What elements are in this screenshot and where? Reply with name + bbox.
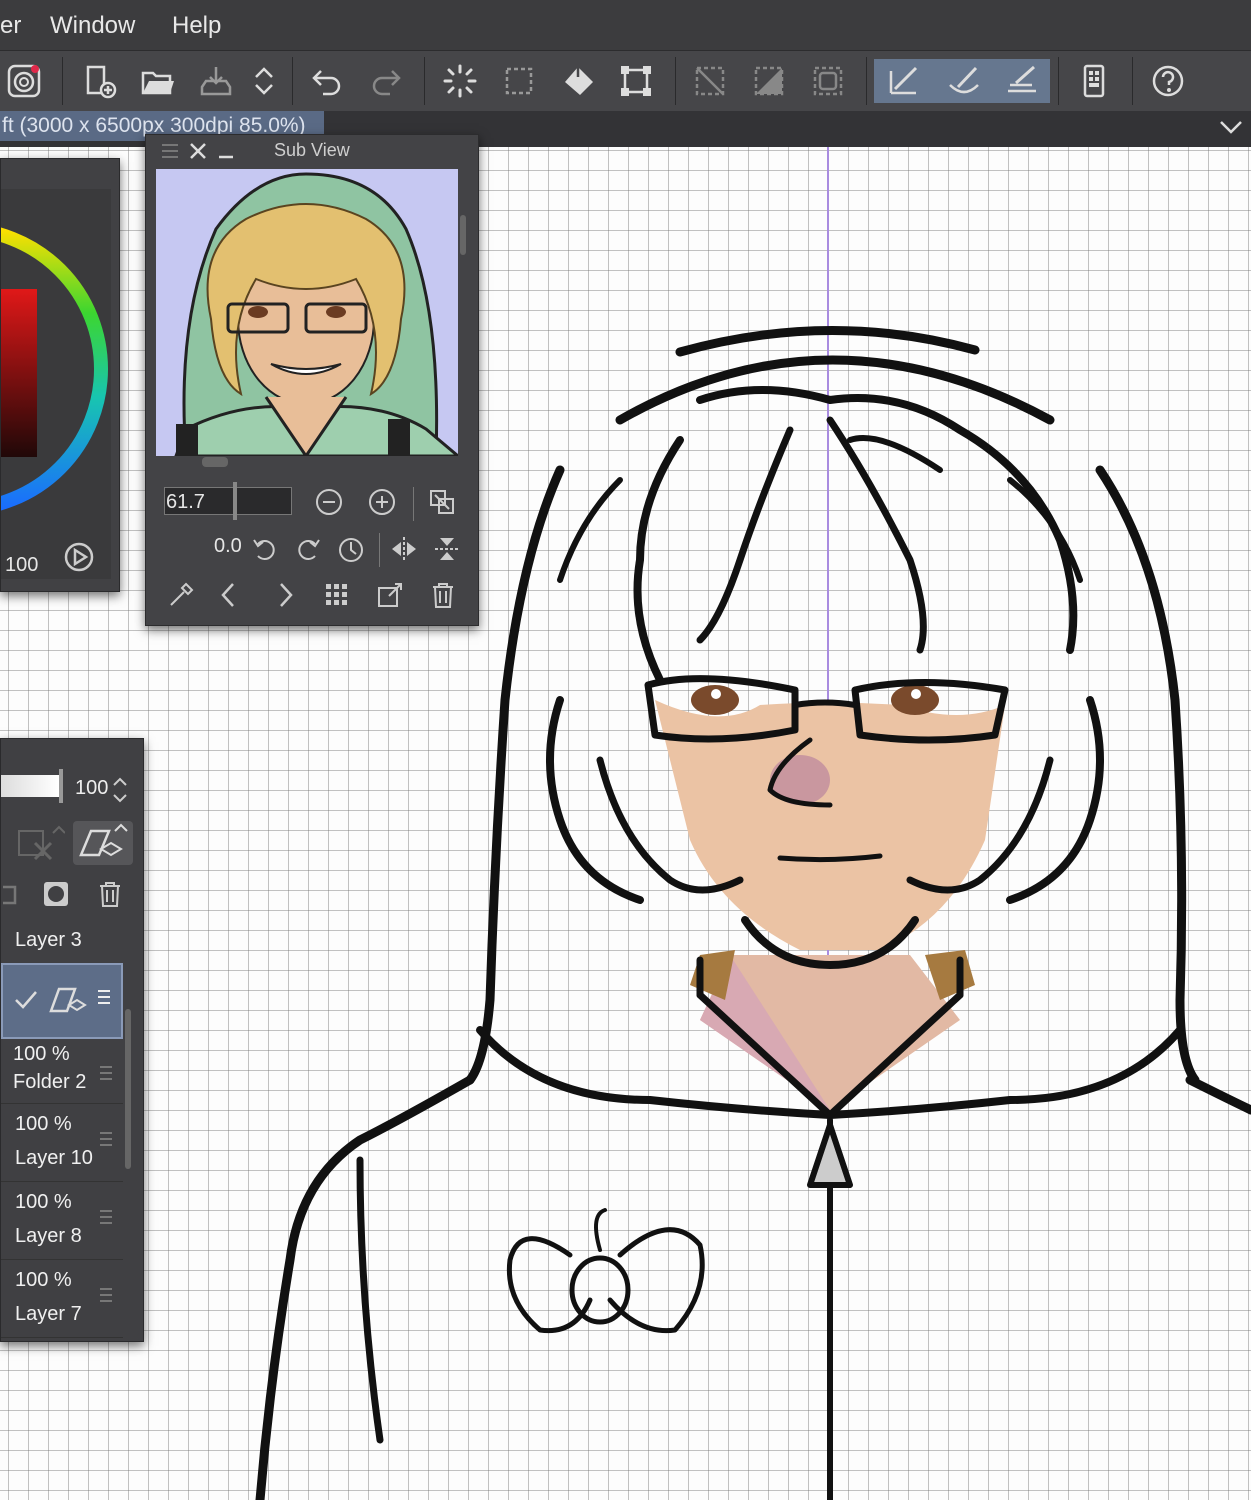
sub-view-panel: Sub View 61.7 0.0 <box>145 134 479 626</box>
import-image-icon[interactable] <box>373 578 407 612</box>
previous-icon[interactable] <box>212 578 246 612</box>
eyedropper-icon[interactable] <box>164 578 198 612</box>
deselect-icon[interactable] <box>688 59 732 103</box>
pen-tool-icon[interactable] <box>874 59 934 103</box>
loading-spinner-icon[interactable] <box>438 59 482 103</box>
delete-layer-icon[interactable] <box>95 879 125 909</box>
reference-layer-icon <box>18 825 66 861</box>
layer-row[interactable]: 100 % Layer 7 <box>1 1261 123 1338</box>
preview-vscroll-handle[interactable] <box>460 215 466 255</box>
layer-name: Layer 8 <box>15 1225 82 1247</box>
reset-rotation-icon[interactable] <box>334 532 368 566</box>
fill-bucket-icon[interactable] <box>556 59 600 103</box>
new-file-icon[interactable] <box>78 59 122 103</box>
layer-menu-icon[interactable] <box>99 1131 113 1147</box>
rotate-left-icon[interactable] <box>248 532 282 566</box>
panel-menu-icon[interactable] <box>160 142 180 160</box>
transform-icon[interactable] <box>614 59 658 103</box>
layer-opacity: 100 % <box>15 1113 72 1135</box>
select-area-icon[interactable] <box>497 59 541 103</box>
layer-name: Layer 3 <box>15 929 82 951</box>
reference-illustration <box>156 169 458 456</box>
menu-item-partial[interactable]: er <box>0 12 21 40</box>
zoom-out-icon[interactable] <box>312 485 346 519</box>
rotation-value: 0.0 <box>214 535 242 557</box>
zoom-slider-thumb[interactable] <box>233 482 237 520</box>
open-folder-icon[interactable] <box>136 59 180 103</box>
selection-border-icon[interactable] <box>806 59 850 103</box>
redo-icon[interactable] <box>364 59 408 103</box>
layer-menu-icon[interactable] <box>99 1287 113 1303</box>
fit-view-icon[interactable] <box>425 485 459 519</box>
color-wheel[interactable] <box>1 209 119 529</box>
menu-window[interactable]: Window <box>50 12 135 40</box>
reference-image[interactable] <box>156 169 458 456</box>
zoom-value: 61.7 <box>166 491 205 513</box>
layer-row[interactable]: Layer 3 <box>1 923 123 964</box>
draft-layer-icon <box>79 823 128 857</box>
layer-row-selected[interactable] <box>1 963 123 1039</box>
layer-opacity-value: 100 <box>75 777 109 799</box>
help-icon[interactable] <box>1146 59 1190 103</box>
menu-bar: er Window Help <box>0 0 1251 50</box>
save-icon[interactable] <box>194 59 238 103</box>
close-icon[interactable] <box>188 141 208 161</box>
play-icon[interactable] <box>63 541 95 573</box>
checkmark-icon[interactable] <box>13 987 39 1013</box>
blend-mode-dropdown[interactable] <box>15 823 66 863</box>
grid-view-icon[interactable] <box>320 578 354 612</box>
invert-selection-icon[interactable] <box>747 59 791 103</box>
app-icon[interactable] <box>2 59 46 103</box>
reorder-icon[interactable] <box>242 59 286 103</box>
layer-opacity-slider[interactable] <box>1 775 59 797</box>
layer-name: Folder 2 <box>13 1071 87 1093</box>
opacity-stepper-icon[interactable] <box>111 775 129 805</box>
layer-name: Layer 7 <box>15 1303 82 1325</box>
chevron-down-icon[interactable] <box>1219 117 1243 137</box>
preview-scroll-handle[interactable] <box>202 457 228 467</box>
draft-layer-icon <box>49 987 87 1013</box>
next-icon[interactable] <box>268 578 302 612</box>
delete-icon[interactable] <box>426 578 460 612</box>
draft-layer-toggle[interactable] <box>73 821 133 865</box>
undo-icon[interactable] <box>305 59 349 103</box>
minimize-icon[interactable] <box>216 141 236 161</box>
layer-mask-icon[interactable] <box>41 879 71 909</box>
layer-opacity: 100 % <box>15 1269 72 1291</box>
layer-menu-icon[interactable] <box>97 989 111 1005</box>
ruler-pen-icon[interactable] <box>994 59 1050 103</box>
layer-menu-icon[interactable] <box>99 1209 113 1225</box>
flip-vertical-icon[interactable] <box>430 532 464 566</box>
layer-row[interactable]: 100 % Layer 8 <box>1 1183 123 1260</box>
layer-menu-icon[interactable] <box>99 1065 113 1081</box>
color-wheel-panel: 100 <box>0 158 120 592</box>
toolbar <box>0 50 1251 112</box>
device-icon[interactable] <box>1072 59 1116 103</box>
layer-list-scrollbar[interactable] <box>125 1009 131 1169</box>
brush-tool-icon[interactable] <box>934 59 994 103</box>
zoom-in-icon[interactable] <box>365 485 399 519</box>
layer-panel: 100 Layer 3 100 % Folder 2 100 % Layer 1… <box>0 738 144 1342</box>
layer-opacity: 100 % <box>15 1191 72 1213</box>
layer-row[interactable]: 100 % Layer 10 <box>1 1105 123 1182</box>
flip-horizontal-icon[interactable] <box>387 532 421 566</box>
menu-help[interactable]: Help <box>172 12 221 40</box>
layer-opacity: 100 % <box>13 1043 70 1065</box>
color-opacity-value: 100 <box>5 554 39 576</box>
rotate-right-icon[interactable] <box>291 532 325 566</box>
layer-copy-icon[interactable] <box>1 877 21 911</box>
layer-name: Layer 10 <box>15 1147 93 1169</box>
layer-row[interactable]: 100 % Folder 2 <box>1 1039 123 1104</box>
sub-view-title: Sub View <box>274 140 350 160</box>
opacity-slider-thumb[interactable] <box>59 769 63 803</box>
